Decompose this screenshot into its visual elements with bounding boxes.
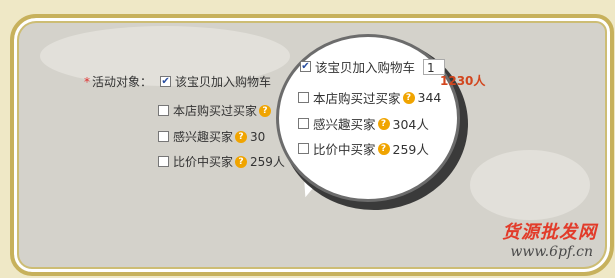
watermark-url: www.6pf.cn (510, 244, 593, 260)
checkbox-past-buyers-magnified[interactable] (298, 92, 309, 103)
watermark-brand: 货源批发网 (502, 222, 597, 243)
option-count: 30 (250, 129, 266, 144)
option-count: 259人 (392, 142, 429, 157)
help-icon[interactable]: ? (377, 117, 390, 130)
decorative-cloud (470, 150, 590, 220)
option-label: 感兴趣买家 (173, 130, 234, 144)
magnified-row: 比价中买家 ? 259人 (298, 139, 429, 158)
option-row: 本店购买过买家 ? (158, 102, 274, 119)
option-label: 感兴趣买家 (313, 117, 376, 132)
activity-target-row: * 活动对象： ✔ 该宝贝加入购物车 (84, 73, 271, 90)
field-label: 活动对象： (92, 75, 153, 89)
option-label: 比价中买家 (173, 155, 234, 169)
help-icon[interactable]: ? (402, 91, 415, 104)
checkbox-add-to-cart-magnified[interactable]: ✔ (300, 61, 311, 72)
option-label: 本店购买过买家 (173, 104, 258, 118)
help-icon[interactable]: ? (235, 130, 248, 143)
checkbox-interested-buyers[interactable] (158, 131, 169, 142)
magnified-row: 感兴趣买家 ? 304人 (298, 114, 429, 133)
magnified-row: 本店购买过买家 ? 344 (298, 88, 441, 107)
option-label: 本店购买过买家 (313, 91, 401, 106)
option-label: 该宝贝加入购物车 (175, 75, 272, 89)
checkbox-comparing-buyers-magnified[interactable] (298, 143, 309, 154)
option-count: 259人 (250, 155, 285, 169)
option-label: 该宝贝加入购物车 (315, 60, 416, 75)
option-label: 比价中买家 (313, 142, 376, 157)
option-count: 304人 (392, 117, 429, 132)
required-marker: * (84, 74, 90, 89)
magnified-row: ✔ 该宝贝加入购物车 1 (300, 57, 446, 76)
checkbox-add-to-cart[interactable]: ✔ (160, 76, 172, 87)
cart-count: 1230人 (440, 74, 486, 88)
checkbox-comparing-buyers[interactable] (158, 156, 169, 167)
checkbox-past-buyers[interactable] (158, 105, 169, 116)
option-row: 比价中买家 ? 259人 (158, 153, 285, 170)
help-icon[interactable]: ? (259, 104, 272, 117)
checkbox-interested-buyers-magnified[interactable] (298, 118, 309, 129)
option-count: 344 (417, 90, 442, 105)
option-row: 感兴趣买家 ? 30 (158, 128, 265, 145)
help-icon[interactable]: ? (377, 142, 390, 155)
help-icon[interactable]: ? (235, 155, 248, 168)
